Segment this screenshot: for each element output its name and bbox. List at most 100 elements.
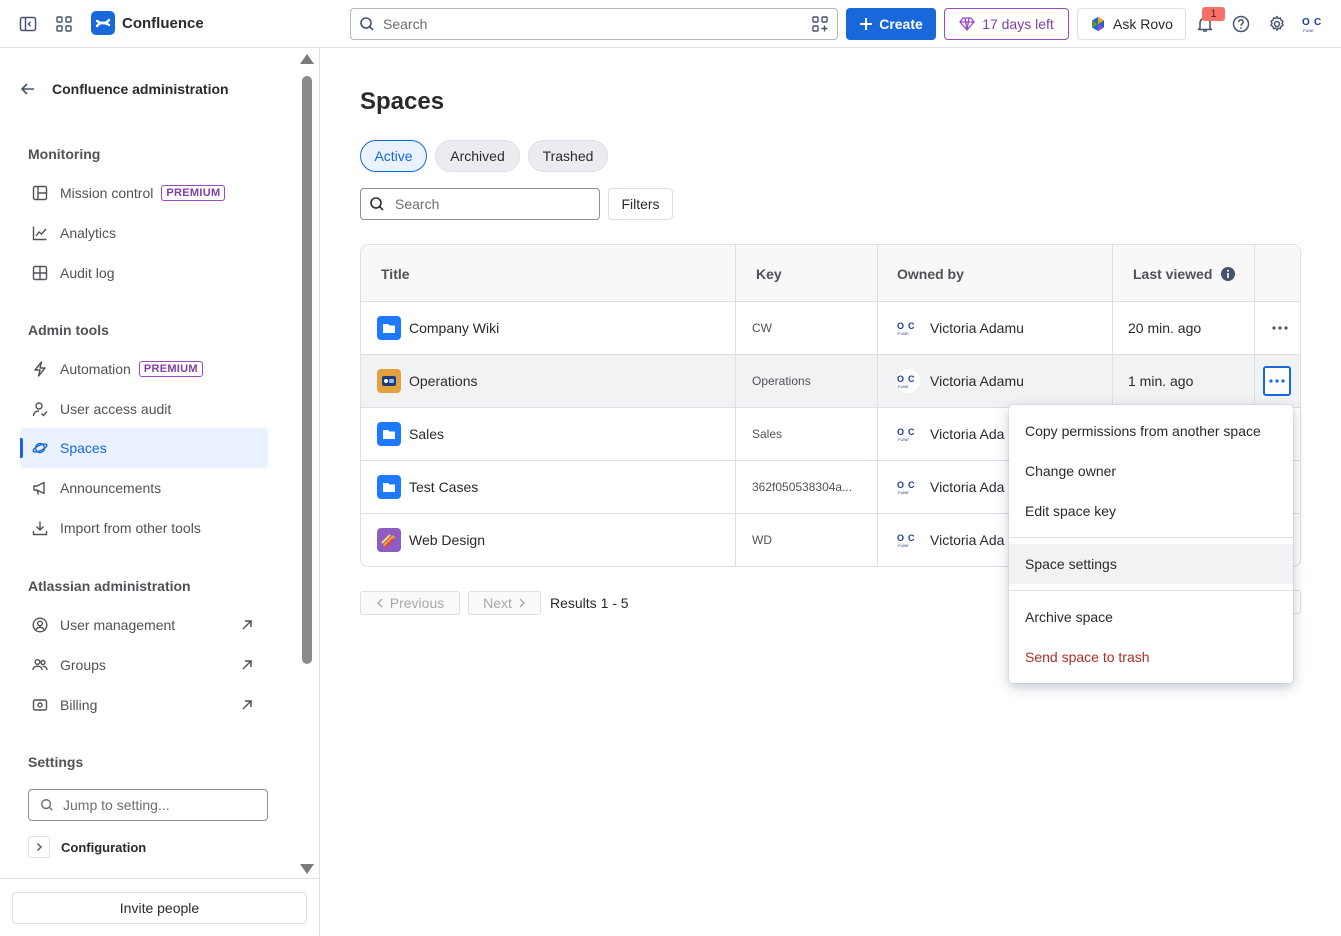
space-actions-menu: Copy permissions from another space Chan… (1009, 405, 1293, 683)
owner-name[interactable]: Victoria Ada (930, 532, 1004, 548)
more-actions-icon[interactable] (1266, 313, 1294, 343)
sidebar-item-automation[interactable]: Automation PREMIUM (20, 349, 268, 389)
more-actions-icon[interactable] (1263, 366, 1291, 396)
menu-item-edit-space-key[interactable]: Edit space key (1009, 491, 1293, 531)
title-cell[interactable]: Company Wiki (377, 302, 499, 354)
admin-sidebar: Confluence administration Monitoring Mis… (0, 48, 320, 936)
back-to-admin[interactable]: Confluence administration (20, 81, 229, 97)
sidebar-item-groups[interactable]: Groups (20, 645, 268, 685)
owner-cell: O C FUNE Victoria Adamu (896, 355, 1024, 407)
tab-trashed[interactable]: Trashed (528, 140, 608, 172)
search-filter-icon[interactable] (812, 16, 828, 32)
svg-text:O: O (897, 321, 904, 331)
sidebar-item-mission-control[interactable]: Mission control PREMIUM (20, 173, 268, 213)
scroll-up-arrow[interactable] (300, 54, 314, 64)
space-key: WD (752, 533, 772, 547)
table-row[interactable]: Company Wiki CW O C FUNE Victoria Adamu 20 min… (361, 302, 1300, 355)
lightning-icon (32, 361, 48, 377)
ask-rovo-button[interactable]: Ask Rovo (1077, 8, 1186, 40)
column-last-viewed[interactable]: Last viewed (1133, 245, 1236, 302)
owner-cell: O C FUNE Victoria Ada (896, 514, 1004, 566)
invite-people-button[interactable]: Invite people (12, 892, 307, 924)
key-cell: CW (752, 302, 772, 354)
key-cell: Operations (752, 355, 811, 407)
owner-name[interactable]: Victoria Adamu (930, 320, 1024, 336)
page-title: Spaces (360, 88, 445, 115)
page-size-select[interactable] (1294, 590, 1301, 614)
space-title[interactable]: Company Wiki (409, 320, 499, 336)
menu-item-send-to-trash[interactable]: Send space to trash (1009, 637, 1293, 677)
key-cell: 362f050538304a... (752, 461, 852, 513)
confluence-logo[interactable]: Confluence (91, 11, 204, 35)
sidebar-scrollbar-thumb[interactable] (302, 76, 312, 664)
spaces-search-input[interactable]: Search (360, 188, 600, 220)
settings-gear-icon[interactable] (1265, 12, 1289, 36)
menu-divider (1009, 590, 1293, 591)
title-cell[interactable]: Web Design (377, 514, 485, 566)
space-title[interactable]: Operations (409, 373, 477, 389)
svg-text:FUNE: FUNE (898, 543, 909, 548)
app-switcher-icon[interactable] (52, 12, 76, 36)
arrow-left-icon[interactable] (20, 81, 36, 97)
sidebar-item-analytics[interactable]: Analytics (20, 213, 268, 253)
space-title[interactable]: Sales (409, 426, 444, 442)
scroll-down-arrow[interactable] (300, 864, 314, 874)
tab-archived[interactable]: Archived (435, 140, 520, 172)
menu-item-archive-space[interactable]: Archive space (1009, 597, 1293, 637)
global-search-input[interactable]: Search (350, 8, 838, 40)
menu-item-copy-permissions[interactable]: Copy permissions from another space (1009, 411, 1293, 451)
sidebar-item-import[interactable]: Import from other tools (20, 508, 268, 548)
tab-active[interactable]: Active (360, 140, 427, 172)
chevron-right-icon[interactable] (28, 836, 50, 858)
trial-label: 17 days left (982, 16, 1054, 32)
column-title[interactable]: Title (381, 245, 410, 302)
sidebar-item-label: Mission control (60, 185, 154, 201)
menu-divider (1009, 537, 1293, 538)
last-viewed-cell: 20 min. ago (1128, 302, 1201, 354)
people-icon (32, 657, 48, 673)
create-button[interactable]: Create (846, 8, 936, 40)
filters-button[interactable]: Filters (608, 188, 673, 220)
sidebar-item-billing[interactable]: Billing (20, 685, 268, 725)
configuration-group[interactable]: Configuration (28, 836, 146, 858)
user-avatar[interactable]: O C FUNE (1301, 14, 1325, 34)
planet-icon (32, 440, 48, 456)
create-label: Create (879, 16, 923, 32)
sidebar-item-label: Billing (60, 697, 98, 713)
search-placeholder: Search (395, 196, 440, 212)
table-row[interactable]: Operations Operations O C FUNE Victoria Adamu… (361, 355, 1300, 408)
sidebar-item-audit-log[interactable]: Audit log (20, 253, 268, 293)
space-title[interactable]: Test Cases (409, 479, 478, 495)
sidebar-item-label: Audit log (60, 265, 115, 281)
svg-text:C: C (908, 533, 915, 543)
owner-name[interactable]: Victoria Adamu (930, 373, 1024, 389)
owner-avatar: O C FUNE (896, 422, 920, 446)
space-title[interactable]: Web Design (409, 532, 485, 548)
help-icon[interactable] (1229, 12, 1253, 36)
trial-button[interactable]: 17 days left (944, 8, 1069, 40)
title-cell[interactable]: Test Cases (377, 461, 478, 513)
column-owned-by[interactable]: Owned by (897, 245, 964, 302)
sidebar-toggle-icon[interactable] (16, 12, 40, 36)
svg-text:C: C (908, 427, 915, 437)
megaphone-icon (32, 480, 48, 496)
owner-name[interactable]: Victoria Ada (930, 426, 1004, 442)
info-icon[interactable] (1220, 266, 1236, 282)
next-page-button[interactable]: Next (468, 591, 541, 615)
jump-to-setting-input[interactable]: Jump to setting... (28, 789, 268, 821)
sidebar-item-user-management[interactable]: User management (20, 605, 268, 645)
sidebar-item-announcements[interactable]: Announcements (20, 468, 268, 508)
title-cell[interactable]: Operations (377, 355, 477, 407)
sidebar-item-spaces[interactable]: Spaces (20, 428, 268, 468)
previous-page-button[interactable]: Previous (360, 591, 460, 615)
sidebar-item-label: Spaces (60, 440, 107, 456)
rovo-label: Ask Rovo (1113, 16, 1173, 32)
menu-item-space-settings[interactable]: Space settings (1009, 544, 1293, 584)
owner-name[interactable]: Victoria Ada (930, 479, 1004, 495)
section-admin-tools: Admin tools (28, 322, 109, 338)
space-key: Sales (752, 427, 783, 441)
column-key[interactable]: Key (756, 245, 782, 302)
sidebar-item-user-access-audit[interactable]: User access audit (20, 389, 268, 429)
menu-item-change-owner[interactable]: Change owner (1009, 451, 1293, 491)
title-cell[interactable]: Sales (377, 408, 444, 460)
